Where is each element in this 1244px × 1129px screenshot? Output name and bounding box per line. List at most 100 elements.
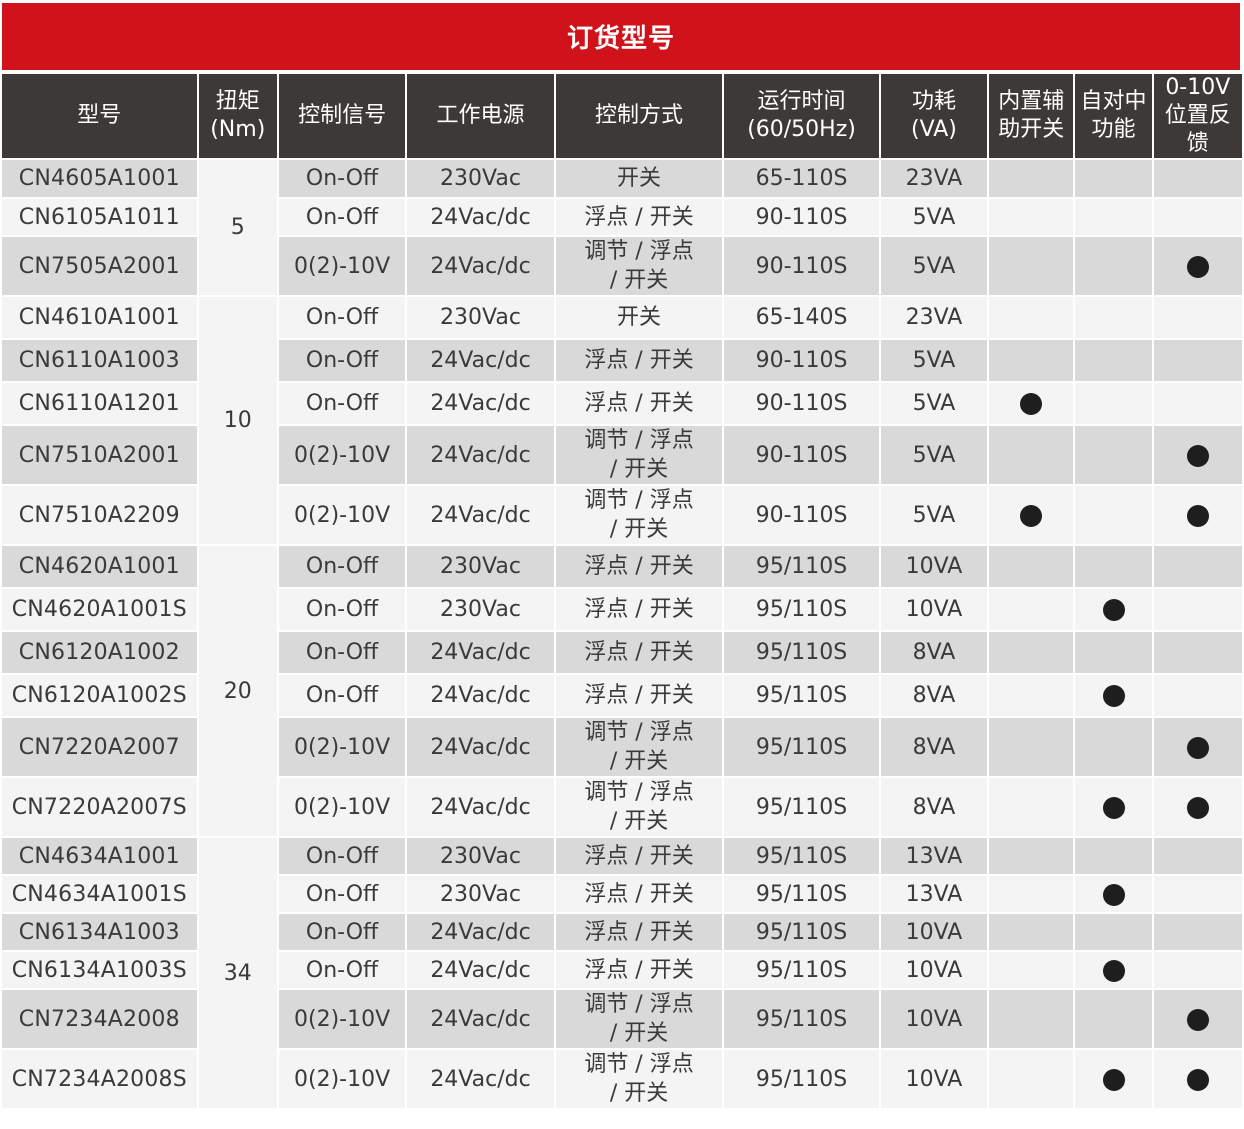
filled-dot-icon xyxy=(1186,444,1209,467)
feedback-cell xyxy=(1153,675,1242,716)
filled-dot-icon xyxy=(1102,685,1125,707)
feedback-cell xyxy=(1153,952,1242,988)
filled-dot-icon xyxy=(1186,796,1209,819)
power-cell: 24Vac/dc xyxy=(407,383,554,424)
filled-dot-icon xyxy=(1020,504,1043,527)
signal-cell: 0(2)-10V xyxy=(278,426,406,484)
runtime-cell: 90-110S xyxy=(724,340,879,381)
control-cell: 调节 / 浮点 / 开关 xyxy=(555,990,723,1048)
runtime-cell: 95/110S xyxy=(724,990,879,1048)
consumption-cell: 23VA xyxy=(880,160,988,197)
signal-cell: 0(2)-10V xyxy=(278,990,406,1048)
filled-dot-icon xyxy=(1102,1068,1125,1091)
feedback-cell xyxy=(1153,1050,1242,1108)
filled-dot-icon xyxy=(1186,1068,1209,1091)
aux-switch-cell xyxy=(989,876,1074,912)
filled-dot-icon xyxy=(1102,599,1125,621)
model-cell: CN4620A1001S xyxy=(2,589,197,630)
model-cell: CN4610A1001 xyxy=(2,297,197,338)
aux-switch-cell xyxy=(989,297,1074,338)
runtime-cell: 65-110S xyxy=(724,160,879,197)
self-centering-cell xyxy=(1075,952,1152,988)
power-cell: 24Vac/dc xyxy=(407,340,554,381)
filled-dot-icon xyxy=(1186,255,1209,278)
feedback-cell xyxy=(1153,426,1242,484)
filled-dot-icon xyxy=(1102,959,1125,982)
filled-dot-icon xyxy=(1020,393,1043,415)
runtime-cell: 95/110S xyxy=(724,546,879,587)
power-cell: 24Vac/dc xyxy=(407,237,554,295)
consumption-cell: 23VA xyxy=(880,297,988,338)
self-centering-cell xyxy=(1075,426,1152,484)
torque-cell: 10 xyxy=(198,297,277,544)
signal-cell: On-Off xyxy=(278,675,406,716)
power-cell: 24Vac/dc xyxy=(407,632,554,673)
runtime-cell: 65-140S xyxy=(724,297,879,338)
aux-switch-cell xyxy=(989,990,1074,1048)
feedback-cell xyxy=(1153,160,1242,197)
self-centering-cell xyxy=(1075,675,1152,716)
self-centering-cell xyxy=(1075,718,1152,776)
table-row: CN6134A1003 On-Off 24Vac/dc 浮点 / 开关 95/110S 1… xyxy=(2,914,1242,950)
feedback-cell xyxy=(1153,486,1242,544)
table-row: CN6105A1011 On-Off 24Vac/dc 浮点 / 开关 90-110S 5… xyxy=(2,199,1242,235)
control-cell: 浮点 / 开关 xyxy=(555,838,723,874)
feedback-cell xyxy=(1153,718,1242,776)
consumption-cell: 5VA xyxy=(880,199,988,235)
self-centering-cell xyxy=(1075,778,1152,836)
model-cell: CN7505A2001 xyxy=(2,237,197,295)
model-cell: CN6120A1002 xyxy=(2,632,197,673)
self-centering-cell xyxy=(1075,160,1152,197)
signal-cell: 0(2)-10V xyxy=(278,486,406,544)
feedback-cell xyxy=(1153,990,1242,1048)
consumption-cell: 10VA xyxy=(880,589,988,630)
feedback-cell xyxy=(1153,632,1242,673)
order-models-table: 型号 扭矩 (Nm) 控制信号 工作电源 控制方式 运行时间 (60/50Hz) 功耗 (V… xyxy=(0,72,1244,1110)
consumption-cell: 8VA xyxy=(880,675,988,716)
model-cell: CN7510A2209 xyxy=(2,486,197,544)
control-cell: 调节 / 浮点 / 开关 xyxy=(555,237,723,295)
runtime-cell: 95/110S xyxy=(724,675,879,716)
model-cell: CN6110A1201 xyxy=(2,383,197,424)
aux-switch-cell xyxy=(989,160,1074,197)
signal-cell: On-Off xyxy=(278,199,406,235)
aux-switch-cell xyxy=(989,589,1074,630)
table-row: CN4620A1001S On-Off 230Vac 浮点 / 开关 95/110S 10… xyxy=(2,589,1242,630)
model-cell: CN6134A1003S xyxy=(2,952,197,988)
header-torque: 扭矩 (Nm) xyxy=(198,74,277,158)
power-cell: 230Vac xyxy=(407,589,554,630)
feedback-cell xyxy=(1153,546,1242,587)
power-cell: 230Vac xyxy=(407,838,554,874)
runtime-cell: 95/110S xyxy=(724,1050,879,1108)
control-cell: 浮点 / 开关 xyxy=(555,632,723,673)
aux-switch-cell xyxy=(989,383,1074,424)
consumption-cell: 5VA xyxy=(880,426,988,484)
torque-cell: 34 xyxy=(198,838,277,1108)
filled-dot-icon xyxy=(1102,796,1125,819)
consumption-cell: 10VA xyxy=(880,990,988,1048)
signal-cell: On-Off xyxy=(278,952,406,988)
aux-switch-cell xyxy=(989,237,1074,295)
consumption-cell: 10VA xyxy=(880,546,988,587)
self-centering-cell xyxy=(1075,199,1152,235)
model-cell: CN7220A2007S xyxy=(2,778,197,836)
runtime-cell: 90-110S xyxy=(724,426,879,484)
signal-cell: On-Off xyxy=(278,546,406,587)
model-cell: CN7220A2007 xyxy=(2,718,197,776)
table-header: 型号 扭矩 (Nm) 控制信号 工作电源 控制方式 运行时间 (60/50Hz) 功耗 (V… xyxy=(2,74,1242,158)
filled-dot-icon xyxy=(1186,504,1209,527)
feedback-cell xyxy=(1153,297,1242,338)
table-row: CN6134A1003S On-Off 24Vac/dc 浮点 / 开关 95/110S… xyxy=(2,952,1242,988)
control-cell: 调节 / 浮点 / 开关 xyxy=(555,1050,723,1108)
self-centering-cell xyxy=(1075,297,1152,338)
runtime-cell: 95/110S xyxy=(724,952,879,988)
power-cell: 24Vac/dc xyxy=(407,1050,554,1108)
power-cell: 24Vac/dc xyxy=(407,199,554,235)
aux-switch-cell xyxy=(989,718,1074,776)
self-centering-cell xyxy=(1075,632,1152,673)
table-row: CN7234A2008 0(2)-10V 24Vac/dc 调节 / 浮点 / 开关 9… xyxy=(2,990,1242,1048)
feedback-cell xyxy=(1153,778,1242,836)
runtime-cell: 95/110S xyxy=(724,632,879,673)
aux-switch-cell xyxy=(989,914,1074,950)
self-centering-cell xyxy=(1075,486,1152,544)
